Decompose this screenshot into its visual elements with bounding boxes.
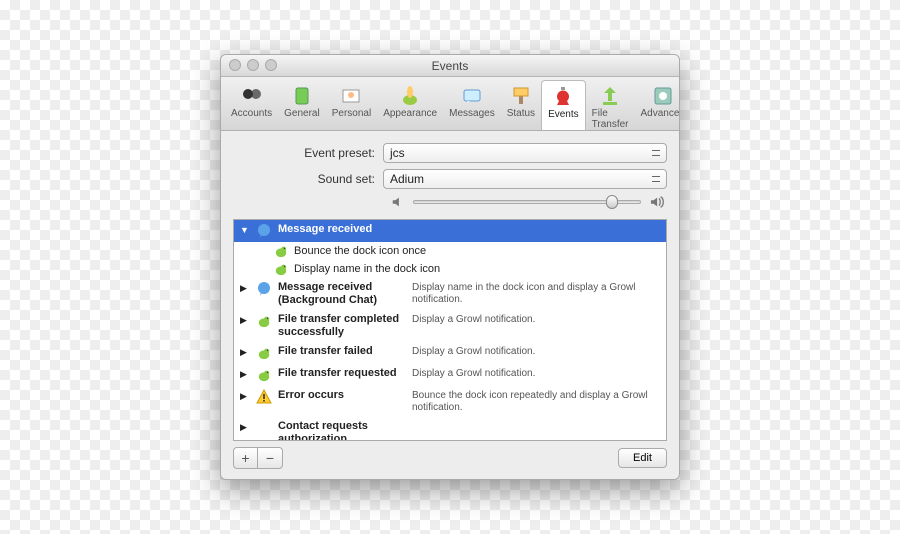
duck-green-icon [256,367,272,383]
volume-high-icon [649,195,667,209]
sound-set-value: Adium [390,172,424,186]
events-list[interactable]: ▼ Message received Bounce the dock icon … [233,219,667,441]
duck-green-icon [274,244,288,258]
volume-slider-thumb[interactable] [606,195,618,209]
event-action-row[interactable]: Display name in the dock icon [234,260,666,278]
duck-green-icon [256,345,272,361]
event-description: Display a Growl notification. [412,367,535,380]
appearance-icon [398,84,422,108]
event-row[interactable]: ▼ Message received [234,220,666,242]
sound-set-label: Sound set: [233,172,383,186]
event-action-text: Display name in the dock icon [294,263,440,275]
event-row[interactable]: ▶ Message received (Background Chat) Dis… [234,278,666,310]
traffic-lights [229,59,277,71]
event-action-row[interactable]: Bounce the dock icon once [234,242,666,260]
event-preset-row: Event preset: jcs [233,143,667,163]
remove-event-button[interactable]: − [258,448,282,468]
general-icon [290,84,314,108]
sound-set-select[interactable]: Adium [383,169,667,189]
event-description: Display a Growl notification. [412,313,535,326]
close-button[interactable] [229,59,241,71]
toolbar-tab-status[interactable]: Status [501,80,541,130]
event-description: Display name in the dock icon and displa… [412,281,660,306]
toolbar-tab-label: Events [548,109,579,120]
toolbar-tab-file-transfer[interactable]: File Transfer [586,80,635,130]
event-row[interactable]: ▶ File transfer completed successfully D… [234,310,666,342]
toolbar-tab-label: File Transfer [592,108,629,130]
status-icon [509,84,533,108]
toolbar-tab-label: Appearance [383,108,437,119]
event-description: Display a Growl notification. [412,345,535,358]
event-preset-select[interactable]: jcs [383,143,667,163]
filetransfer-icon [598,84,622,108]
volume-slider[interactable] [413,200,641,204]
personal-icon [339,84,363,108]
event-title: Message received [278,223,406,236]
toolbar-tab-label: Advanced [641,108,681,119]
titlebar[interactable]: Events [221,55,679,77]
toolbar-tab-events[interactable]: Events [541,80,586,130]
event-description: Bounce the dock icon repeatedly and disp… [412,389,660,414]
none-icon [256,420,272,436]
disclosure-triangle-icon[interactable]: ▶ [240,389,250,402]
events-icon [551,85,575,109]
event-title: Contact requests authorization [278,420,406,441]
toolbar-tab-label: Personal [332,108,371,119]
preferences-window: Events Accounts General Personal Appeara… [220,54,680,480]
toolbar-tab-advanced[interactable]: Advanced [635,80,681,130]
event-row[interactable]: ▶ Contact requests authorization [234,417,666,441]
volume-row [391,195,667,209]
advanced-icon [651,84,675,108]
messages-icon [460,84,484,108]
toolbar-tab-label: General [284,108,320,119]
accounts-icon [240,84,264,108]
disclosure-triangle-icon[interactable]: ▶ [240,313,250,326]
disclosure-triangle-icon[interactable]: ▼ [240,223,250,235]
volume-low-icon [391,195,405,209]
sound-set-row: Sound set: Adium [233,169,667,189]
minimize-button[interactable] [247,59,259,71]
event-title: Message received (Background Chat) [278,281,406,307]
warning-icon [256,389,272,405]
window-title: Events [432,59,469,73]
add-event-button[interactable]: + [234,448,258,468]
toolbar-tab-messages[interactable]: Messages [443,80,501,130]
event-preset-value: jcs [390,146,405,160]
toolbar-tab-general[interactable]: General [278,80,326,130]
duck-green-icon [256,313,272,329]
event-title: File transfer failed [278,345,406,358]
content-pane: Event preset: jcs Sound set: Adium [221,131,679,479]
disclosure-triangle-icon[interactable]: ▶ [240,420,250,433]
event-title: File transfer completed successfully [278,313,406,339]
event-title: File transfer requested [278,367,406,380]
toolbar-tab-accounts[interactable]: Accounts [225,80,278,130]
event-preset-label: Event preset: [233,146,383,160]
edit-button[interactable]: Edit [618,448,667,468]
bubble-blue-icon [256,281,272,297]
event-row[interactable]: ▶ File transfer requested Display a Grow… [234,364,666,386]
event-title: Error occurs [278,389,406,402]
disclosure-triangle-icon[interactable]: ▶ [240,367,250,380]
toolbar-tab-personal[interactable]: Personal [326,80,377,130]
toolbar-tab-label: Messages [449,108,495,119]
toolbar-tab-appearance[interactable]: Appearance [377,80,443,130]
bubble-blue-icon [256,223,272,239]
preferences-toolbar: Accounts General Personal Appearance Mes… [221,77,679,131]
footer-bar: + − Edit [233,447,667,469]
disclosure-triangle-icon[interactable]: ▶ [240,281,250,294]
event-action-text: Bounce the dock icon once [294,245,426,257]
duck-green-icon [274,262,288,276]
disclosure-triangle-icon[interactable]: ▶ [240,345,250,358]
toolbar-tab-label: Accounts [231,108,272,119]
event-row[interactable]: ▶ File transfer failed Display a Growl n… [234,342,666,364]
event-row[interactable]: ▶ Error occurs Bounce the dock icon repe… [234,386,666,417]
zoom-button[interactable] [265,59,277,71]
toolbar-tab-label: Status [507,108,535,119]
add-remove-segment: + − [233,447,283,469]
